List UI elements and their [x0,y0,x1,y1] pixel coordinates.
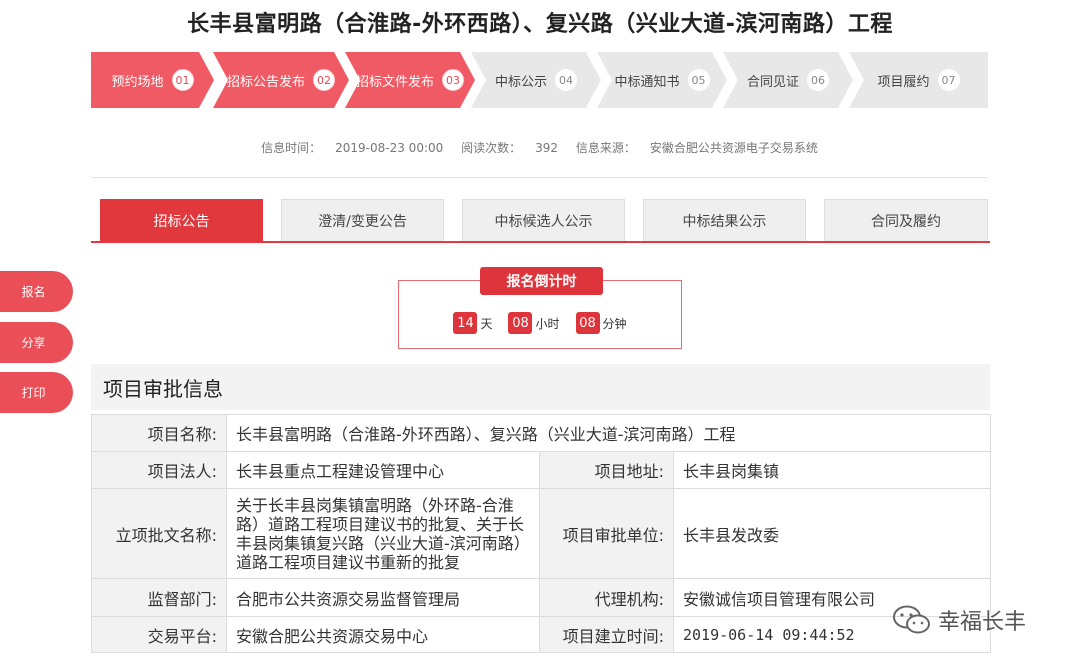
time-value: 2019-08-23 00:00 [335,141,444,155]
section-title: 项目审批信息 [91,364,990,410]
approval-unit-value: 长丰县发改委 [673,488,991,579]
watermark: 幸福长丰 [892,604,1026,636]
project-name-value: 长丰县富明路（合淮路-外环西路）、复兴路（兴业大道-滨河南路）工程 [226,414,991,452]
approval-doc-value: 关于长丰县岗集镇富明路（外环路-合淮路）道路工程项目建议书的批复、关于长丰县岗集… [226,488,540,579]
project-name-label: 项目名称: [91,414,227,452]
step-3: 招标文件发布 03 [345,52,475,108]
approval-unit-label: 项目审批单位: [539,488,674,579]
platform-value: 安徽合肥公共资源交易中心 [226,616,540,653]
table-row: 监督部门: 合肥市公共资源交易监督管理局 代理机构: 安徽诚信项目管理有限公司 [91,578,991,617]
project-info-table: 项目名称: 长丰县富明路（合淮路-外环西路）、复兴路（兴业大道-滨河南路）工程 … [91,414,991,653]
step-label: 招标公告发布 [226,74,305,90]
step-label: 合同见证 [746,74,799,90]
table-row: 交易平台: 安徽合肥公共资源交易中心 项目建立时间: 2019-06-14 09… [91,616,991,653]
step-label: 项目履约 [877,74,930,90]
table-row: 项目法人: 长丰县重点工程建设管理中心 项目地址: 长丰县岗集镇 [91,451,991,489]
step-2: 招标公告发布 02 [213,52,349,108]
views-value: 392 [535,141,559,155]
table-row: 立项批文名称: 关于长丰县岗集镇富明路（外环路-合淮路）道路工程项目建议书的批复… [91,488,991,579]
countdown-row: 14 天 08 小时 08 分钟 [399,312,681,334]
step-7: 项目履约 07 [849,52,988,108]
time-label: 信息时间： [261,141,322,155]
approval-doc-label: 立项批文名称: [91,488,227,579]
legal-value: 长丰县重点工程建设管理中心 [226,451,540,489]
share-button[interactable]: 分享 [0,322,73,363]
step-6: 合同见证 06 [723,52,853,108]
tab-candidates[interactable]: 中标候选人公示 [462,199,625,241]
countdown-days-unit: 天 [480,316,493,331]
wechat-icon [893,605,930,634]
source-value: 安徽合肥公共资源电子交易系统 [649,141,818,155]
step-number: 04 [555,69,577,91]
step-label: 招标文件发布 [355,74,434,90]
tab-baseline [91,241,990,243]
step-label: 中标公示 [494,74,547,90]
step-label: 预约场地 [111,74,164,90]
step-number: 05 [687,69,710,91]
countdown-hours: 08 [508,312,533,334]
source-label: 信息来源： [575,141,636,155]
step-label: 中标通知书 [614,74,680,90]
step-number: 06 [807,69,829,91]
countdown-hours-unit: 小时 [535,316,560,331]
address-label: 项目地址: [539,451,674,489]
info-meta: 信息时间： 2019-08-23 00:00 阅读次数： 392 信息来源： 安徽合肥… [91,139,988,156]
page-title: 长丰县富明路（合淮路-外环西路）、复兴路（兴业大道-滨河南路）工程 [187,12,893,37]
tab-bar: 招标公告 澄清/变更公告 中标候选人公示 中标结果公示 合同及履约 [91,199,990,243]
tab-clarification[interactable]: 澄清/变更公告 [281,199,444,241]
step-number: 07 [937,69,960,91]
supervisor-value: 合肥市公共资源交易监督管理局 [226,578,540,617]
step-number: 02 [313,69,335,91]
countdown-title: 报名倒计时 [480,267,603,295]
step-1: 预约场地 01 [91,52,214,108]
supervisor-label: 监督部门: [91,578,227,617]
countdown-minutes: 08 [575,312,600,334]
created-label: 项目建立时间: [539,616,674,653]
tab-tender-notice[interactable]: 招标公告 [100,199,263,241]
tab-results[interactable]: 中标结果公示 [643,199,806,241]
table-row: 项目名称: 长丰县富明路（合淮路-外环西路）、复兴路（兴业大道-滨河南路）工程 [91,414,991,452]
signup-button[interactable]: 报名 [0,271,73,312]
divider [91,177,988,178]
tab-contract[interactable]: 合同及履约 [824,199,988,241]
countdown-minutes-unit: 分钟 [602,316,627,331]
step-number: 01 [171,69,194,91]
platform-label: 交易平台: [91,616,227,653]
views-label: 阅读次数： [461,141,522,155]
step-number: 03 [442,69,464,91]
legal-label: 项目法人: [91,451,227,489]
print-button[interactable]: 打印 [0,372,73,413]
address-value: 长丰县岗集镇 [673,451,991,489]
step-4: 中标公示 04 [471,52,601,108]
countdown-days: 14 [453,312,478,334]
agency-label: 代理机构: [539,578,674,617]
step-5: 中标通知书 05 [597,52,727,108]
watermark-text: 幸福长丰 [938,610,1027,635]
progress-steps: 预约场地 01 招标公告发布 02 招标文件发布 03 中标公示 04 中标通知… [91,52,988,108]
signup-countdown: 报名倒计时 14 天 08 小时 08 分钟 [398,267,682,349]
